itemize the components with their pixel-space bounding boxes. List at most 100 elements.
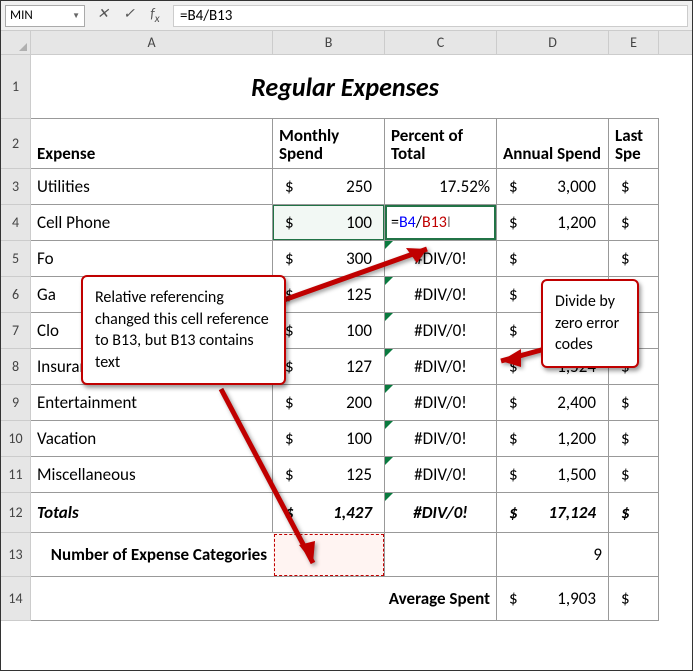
row-1: 1 Regular Expenses <box>1 55 692 119</box>
header-annual[interactable]: Annual Spend <box>497 119 609 169</box>
cell-E14[interactable]: $ <box>609 577 659 621</box>
totals-last[interactable]: $ <box>609 493 659 533</box>
row-header[interactable]: 11 <box>1 457 31 493</box>
formula-text: =B4/B13 <box>180 7 232 25</box>
row-header[interactable]: 7 <box>1 313 31 349</box>
percent-of-total[interactable]: #DIV/0! <box>385 349 497 385</box>
percent-of-total[interactable]: 17.52% <box>385 169 497 205</box>
name-box[interactable]: MIN ▼ <box>5 5 85 27</box>
col-header-B[interactable]: B <box>273 31 385 54</box>
row13-value[interactable]: 9 <box>497 533 609 577</box>
formula-input[interactable]: =B4/B13 <box>173 5 688 27</box>
header-percent[interactable]: Percent of Total <box>385 119 497 169</box>
expense-label[interactable]: Vacation <box>31 421 273 457</box>
row-13: 13 Number of Expense Categories 9 <box>1 533 692 577</box>
name-box-value: MIN <box>10 8 33 23</box>
monthly-spend[interactable]: $127 <box>273 349 385 385</box>
row-header[interactable]: 3 <box>1 169 31 205</box>
row-14: 14 Average Spent $1,903 $ <box>1 577 692 621</box>
table-row: 11Miscellaneous$125#DIV/0!$1,500$ <box>1 457 692 493</box>
row-header[interactable]: 9 <box>1 385 31 421</box>
expense-label[interactable]: Miscellaneous <box>31 457 273 493</box>
callout-div-zero: Divide by zero error codes <box>541 279 639 368</box>
cell-E13[interactable] <box>609 533 659 577</box>
row-header-2[interactable]: 2 <box>1 119 31 169</box>
monthly-spend[interactable]: $250 <box>273 169 385 205</box>
monthly-spend[interactable]: $100 <box>273 421 385 457</box>
expense-label[interactable]: Utilities <box>31 169 273 205</box>
table-row: 9Entertainment$200#DIV/0!$2,400$ <box>1 385 692 421</box>
col-header-C[interactable]: C <box>385 31 497 54</box>
totals-monthly[interactable]: $1,427 <box>273 493 385 533</box>
percent-of-total[interactable]: #DIV/0! <box>385 277 497 313</box>
row-header-13[interactable]: 13 <box>1 533 31 577</box>
monthly-spend[interactable]: $300 <box>273 241 385 277</box>
callout-relative-ref: Relative referencing changed this cell r… <box>81 275 286 385</box>
annual-spend[interactable]: $1,500 <box>497 457 609 493</box>
row-header[interactable]: 8 <box>1 349 31 385</box>
cancel-icon[interactable]: ✕ <box>95 5 111 26</box>
formula-bar: MIN ▼ ✕ ✓ fx =B4/B13 <box>1 1 692 31</box>
name-box-dropdown-icon[interactable]: ▼ <box>72 11 80 21</box>
monthly-spend[interactable]: $100 <box>273 313 385 349</box>
table-row: 4Cell Phone$100=B4/B13I$1,200$ <box>1 205 692 241</box>
row-header[interactable]: 4 <box>1 205 31 241</box>
percent-of-total[interactable]: #DIV/0! <box>385 241 497 277</box>
monthly-spend[interactable]: $200 <box>273 385 385 421</box>
formula-bar-actions: ✕ ✓ fx <box>89 5 169 26</box>
row-header-12[interactable]: 12 <box>1 493 31 533</box>
monthly-spend[interactable]: $125 <box>273 457 385 493</box>
last-spend[interactable]: $ <box>609 421 659 457</box>
fx-icon[interactable]: fx <box>147 5 163 26</box>
monthly-spend[interactable]: $125 <box>273 277 385 313</box>
totals-percent[interactable]: #DIV/0! <box>385 493 497 533</box>
header-last[interactable]: Last Spe <box>609 119 659 169</box>
table-row: 5Fo$300#DIV/0!$$ <box>1 241 692 277</box>
column-headers: A B C D E <box>31 31 692 55</box>
row-header[interactable]: 6 <box>1 277 31 313</box>
cell-B13[interactable] <box>273 533 385 577</box>
row-2: 2 Expense Monthly Spend Percent of Total… <box>1 119 692 169</box>
last-spend[interactable]: $ <box>609 169 659 205</box>
cell-A14[interactable] <box>31 577 273 621</box>
percent-of-total[interactable]: #DIV/0! <box>385 385 497 421</box>
expense-label[interactable]: Fo <box>31 241 273 277</box>
last-spend[interactable]: $ <box>609 241 659 277</box>
table-row: 3Utilities$25017.52%$3,000$ <box>1 169 692 205</box>
cell-C13[interactable] <box>385 533 497 577</box>
row14-value[interactable]: $1,903 <box>497 577 609 621</box>
percent-of-total[interactable]: =B4/B13I <box>385 205 497 241</box>
annual-spend[interactable]: $1,200 <box>497 205 609 241</box>
col-header-D[interactable]: D <box>497 31 609 54</box>
title-cell[interactable]: Regular Expenses <box>31 55 659 119</box>
header-monthly[interactable]: Monthly Spend <box>273 119 385 169</box>
row-12: 12 Totals $1,427 #DIV/0! $17,124 $ <box>1 493 692 533</box>
totals-annual[interactable]: $17,124 <box>497 493 609 533</box>
percent-of-total[interactable]: #DIV/0! <box>385 457 497 493</box>
cell-B14[interactable] <box>273 577 385 621</box>
col-header-A[interactable]: A <box>31 31 273 54</box>
col-header-E[interactable]: E <box>609 31 659 54</box>
annual-spend[interactable]: $3,000 <box>497 169 609 205</box>
annual-spend[interactable]: $1,200 <box>497 421 609 457</box>
row-header-1[interactable]: 1 <box>1 55 31 119</box>
last-spend[interactable]: $ <box>609 385 659 421</box>
row-header[interactable]: 5 <box>1 241 31 277</box>
enter-icon[interactable]: ✓ <box>121 5 137 26</box>
totals-label[interactable]: Totals <box>31 493 273 533</box>
header-expense[interactable]: Expense <box>31 119 273 169</box>
expense-label[interactable]: Cell Phone <box>31 205 273 241</box>
monthly-spend[interactable]: $100 <box>273 205 385 241</box>
last-spend[interactable]: $ <box>609 205 659 241</box>
row13-label[interactable]: Number of Expense Categories <box>31 533 273 577</box>
row14-label[interactable]: Average Spent <box>385 577 497 621</box>
select-all-triangle[interactable] <box>1 31 31 55</box>
row-header-14[interactable]: 14 <box>1 577 31 621</box>
last-spend[interactable]: $ <box>609 457 659 493</box>
percent-of-total[interactable]: #DIV/0! <box>385 313 497 349</box>
percent-of-total[interactable]: #DIV/0! <box>385 421 497 457</box>
annual-spend[interactable]: $2,400 <box>497 385 609 421</box>
expense-label[interactable]: Entertainment <box>31 385 273 421</box>
row-header[interactable]: 10 <box>1 421 31 457</box>
annual-spend[interactable]: $ <box>497 241 609 277</box>
